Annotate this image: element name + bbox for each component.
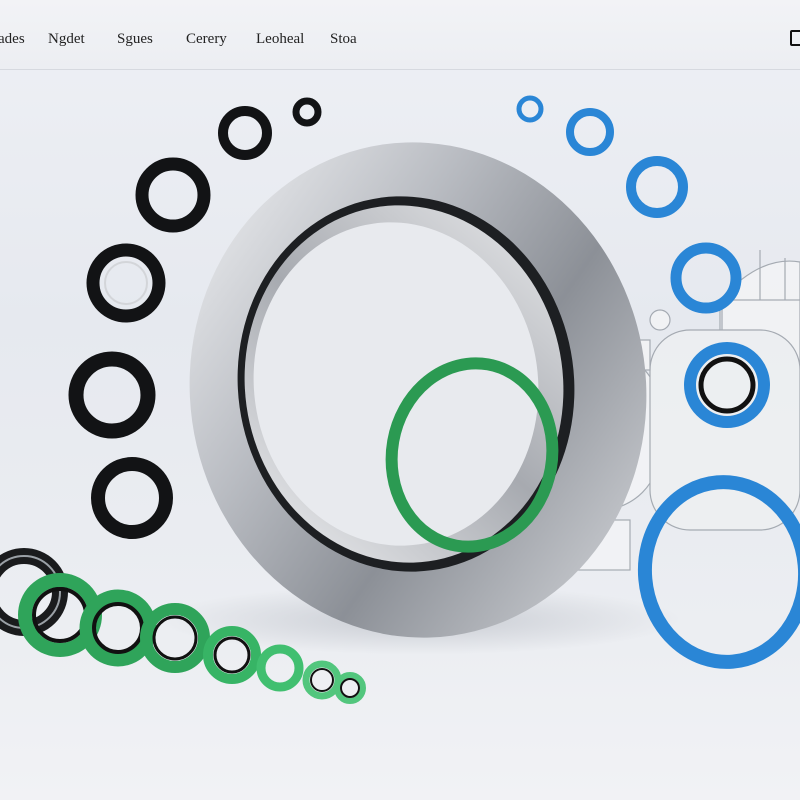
nav-item-2[interactable]: Ngdet [48,31,85,48]
nav-item-3[interactable]: Sgues [117,31,153,48]
hero-illustration [0,95,800,704]
cart-icon[interactable] [790,30,800,46]
nav-item-5[interactable]: Leoheal [256,31,304,48]
hero-image [0,70,800,800]
nav-item-4[interactable]: Cerery [186,31,227,48]
top-navigation: ades Ngdet Sgues Cerery Leoheal Stoa [0,0,800,70]
nav-item-6[interactable]: Stoa [330,31,357,48]
nav-item-1[interactable]: ades [0,31,25,48]
